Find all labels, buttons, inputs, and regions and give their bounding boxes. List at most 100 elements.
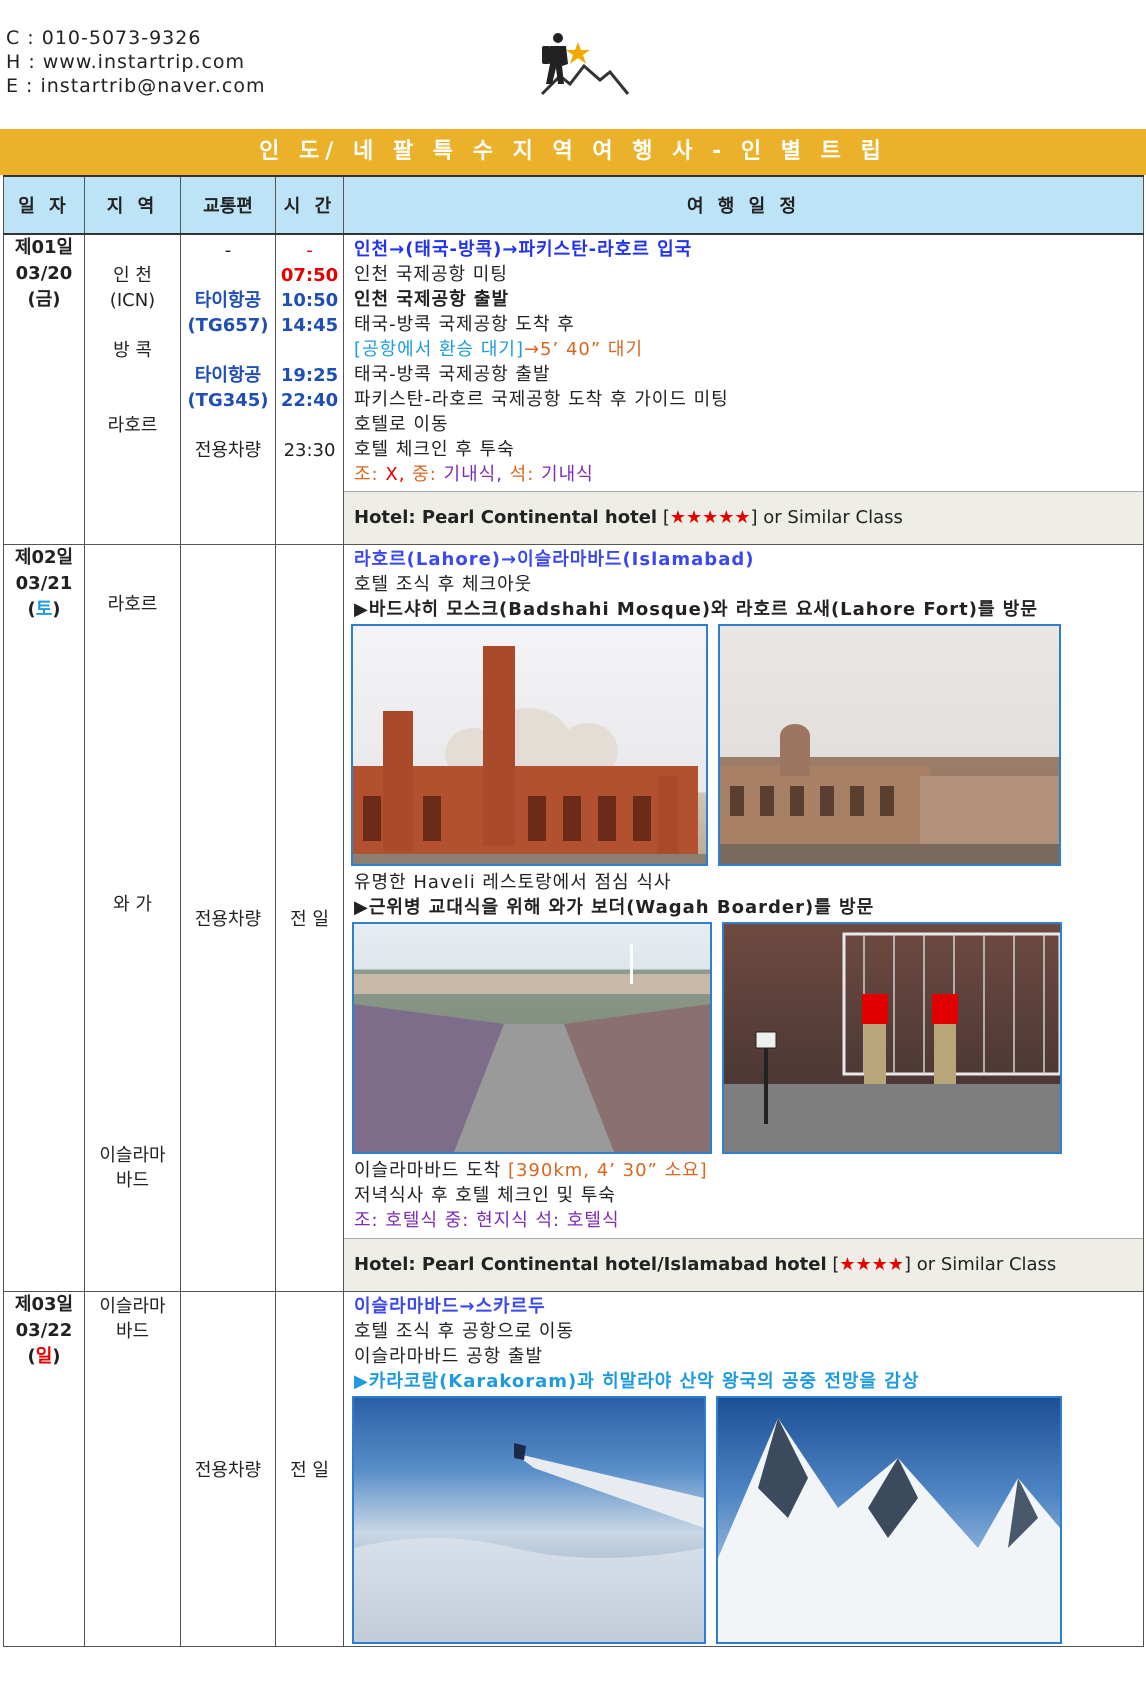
karakoram-peaks-photo [716,1396,1062,1644]
day2-meals: 조: 호텔식 중: 현지식 석: 호텔식 [354,1210,620,1231]
schedule-line: 저녁식사 후 호텔 체크인 및 투숙 [354,1185,616,1206]
contact-email: E : instartrib@naver.com [6,75,266,97]
schedule-line: 호텔 조식 후 공항으로 이동 [354,1321,575,1342]
day2-row: 제02일 03/21 (토) 라호르 와 가 이슬라마 바드 전용차량 전 일 라… [3,544,1144,1292]
region-bangkok: 방 콕 [113,340,152,361]
day1-schedule-cell: 인천→(태국-방콕)→파키스탄-라호르 입국 인천 국제공항 미팅 인천 국제공… [343,233,1144,545]
transit-line: [공항에서 환승 대기]→5’ 40” 대기 [354,339,644,360]
schedule-line: 인천 국제공항 미팅 [354,264,508,285]
header-schedule: 여 행 일 정 [343,175,1144,235]
time-2330: 23:30 [283,440,336,461]
mountain-image-icon [718,1418,1060,1642]
day2-hotel: Hotel: Pearl Continental hotel/Islamabad… [344,1238,1143,1291]
schedule-line: 태국-방콕 국제공항 출발 [354,364,551,385]
crowd-image-icon [354,944,710,1152]
schedule-line: 유명한 Haveli 레스토랑에서 점심 식사 [354,872,672,893]
schedule-line: 호텔 체크인 후 투숙 [354,439,515,460]
time-2240: 22:40 [280,390,339,411]
day3-date-cell: 제03일 03/22 (일) [3,1291,85,1647]
day3-label: 제03일 [14,1294,74,1315]
table-header: 일 자 지 역 교통편 시 간 여 행 일 정 [3,175,1144,235]
header-transport: 교통편 [180,175,276,235]
day2-label: 제02일 [14,547,74,568]
wagah-ceremony-photo [722,922,1062,1154]
flight-tg657: (TG657) [187,315,269,336]
region-wagah: 와 가 [113,894,152,915]
day1-region-cell: 인 천 (ICN) 방 콕 라호르 [84,233,181,545]
day1-hotel: Hotel: Pearl Continental hotel [★★★★★] o… [344,491,1143,544]
day1-label: 제01일 [14,237,74,258]
star-rating-icon: ★★★★ [839,1254,904,1275]
schedule-line: 이슬라마바드 공항 출발 [354,1346,544,1367]
schedule-line: 인천 국제공항 출발 [354,289,510,310]
contact-phone: C : 010-5073-9326 [6,27,202,49]
private-vehicle: 전용차량 [194,909,262,930]
schedule-highlight: ▶근위병 교대식을 위해 와가 보더(Wagah Boarder)를 방문 [354,897,875,918]
wing-image-icon [354,1443,704,1642]
day3-title: 이슬라마바드→스카르두 [354,1296,546,1317]
contact-info: C : 010-5073-9326 H : www.instartrip.com… [6,26,266,98]
day2-schedule-cell: 라호르(Lahore)→이슬라마바드(Islamabad) 호텔 조식 후 체크… [343,544,1144,1292]
itinerary-table: 일 자 지 역 교통편 시 간 여 행 일 정 제01일 03/20 (금) 인… [3,175,1144,1647]
flight-tg345: (TG345) [187,390,269,411]
header-region: 지 역 [84,175,181,235]
day3-schedule-cell: 이슬라마바드→스카르두 호텔 조식 후 공항으로 이동 이슬라마바드 공항 출발… [343,1291,1144,1647]
day3-time-cell: 전 일 [275,1291,344,1647]
ceremony-image-icon [724,932,1060,1152]
islamabad-arrival-line: 이슬라마바드 도착 [390km, 4’ 30” 소요] [354,1160,708,1181]
day3-weekday: (일) [27,1346,61,1367]
full-day: 전 일 [290,1460,329,1481]
private-vehicle: 전용차량 [194,1460,262,1481]
day2-transport-cell: 전용차량 [180,544,276,1292]
day2-time-cell: 전 일 [275,544,344,1292]
day3-row: 제03일 03/22 (일) 이슬라마 바드 전용차량 전 일 이슬라마바드→스… [3,1291,1144,1647]
schedule-highlight: ▶바드샤히 모스크(Badshahi Mosque)와 라호르 요새(Lahor… [354,599,1038,620]
header-date: 일 자 [3,175,85,235]
day2-region-cell: 라호르 와 가 이슬라마 바드 [84,544,181,1292]
schedule-highlight: ▶카라코람(Karakoram)과 히말라야 산악 왕국의 공중 전망을 감상 [354,1371,920,1392]
day1-transport-cell: - 타이항공 (TG657) 타이항공 (TG345) 전용차량 [180,233,276,545]
time-0750: 07:50 [280,265,339,286]
hiker-logo-icon [540,33,630,96]
lahore-fort-photo [718,624,1061,866]
day1-date: 03/20 [15,263,73,284]
time-1445: 14:45 [280,315,339,336]
day1-weekday: (금) [27,289,61,310]
private-vehicle: 전용차량 [194,440,262,461]
day3-region-cell: 이슬라마 바드 [84,1291,181,1647]
schedule-line: 파키스탄-라호르 국제공항 도착 후 가이드 미팅 [354,389,729,410]
mosque-image-icon [353,646,706,864]
day2-date-cell: 제02일 03/21 (토) [3,544,85,1292]
schedule-line: 태국-방콕 국제공항 도착 후 [354,314,575,335]
region-incheon: 인 천 [113,265,152,286]
day1-date-cell: 제01일 03/20 (금) [3,233,85,545]
wagah-crowd-photo [352,922,712,1154]
day2-weekday: (토) [27,599,61,620]
day1-time-cell: - 07:50 10:50 14:45 19:25 22:40 23:30 [275,233,344,545]
contact-home: H : www.instartrip.com [6,51,246,73]
day3-date: 03/22 [15,1320,73,1341]
star-rating-icon: ★★★★★ [669,507,751,528]
time-1050: 10:50 [280,290,339,311]
day2-date: 03/21 [15,573,73,594]
badshahi-mosque-photo [351,624,708,866]
day1-title: 인천→(태국-방콕)→파키스탄-라호르 입국 [354,239,693,260]
day3-transport-cell: 전용차량 [180,1291,276,1647]
header-time: 시 간 [275,175,344,235]
region-islamabad: 이슬라마 바드 [99,1145,166,1191]
flight-thai-2: 타이항공 [194,365,262,386]
agency-banner: 인 도/ 네 팔 특 수 지 역 여 행 사 - 인 별 트 립 [0,129,1146,175]
region-lahore: 라호르 [107,594,158,615]
full-day: 전 일 [290,909,329,930]
day2-title: 라호르(Lahore)→이슬라마바드(Islamabad) [354,549,755,570]
region-islamabad: 이슬라마 [99,1296,166,1317]
flight-thai-1: 타이항공 [194,290,262,311]
schedule-line: 호텔로 이동 [354,414,449,435]
airplane-wing-photo [352,1396,706,1644]
day1-row: 제01일 03/20 (금) 인 천 (ICN) 방 콕 라호르 - 타이항공 … [3,233,1144,545]
region-lahore: 라호르 [107,415,158,436]
schedule-line: 호텔 조식 후 체크아웃 [354,574,533,595]
fort-image-icon [720,724,1059,864]
day1-meals: 조: X, 중: 기내식, 석: 기내식 [354,464,594,485]
time-1925: 19:25 [280,365,339,386]
